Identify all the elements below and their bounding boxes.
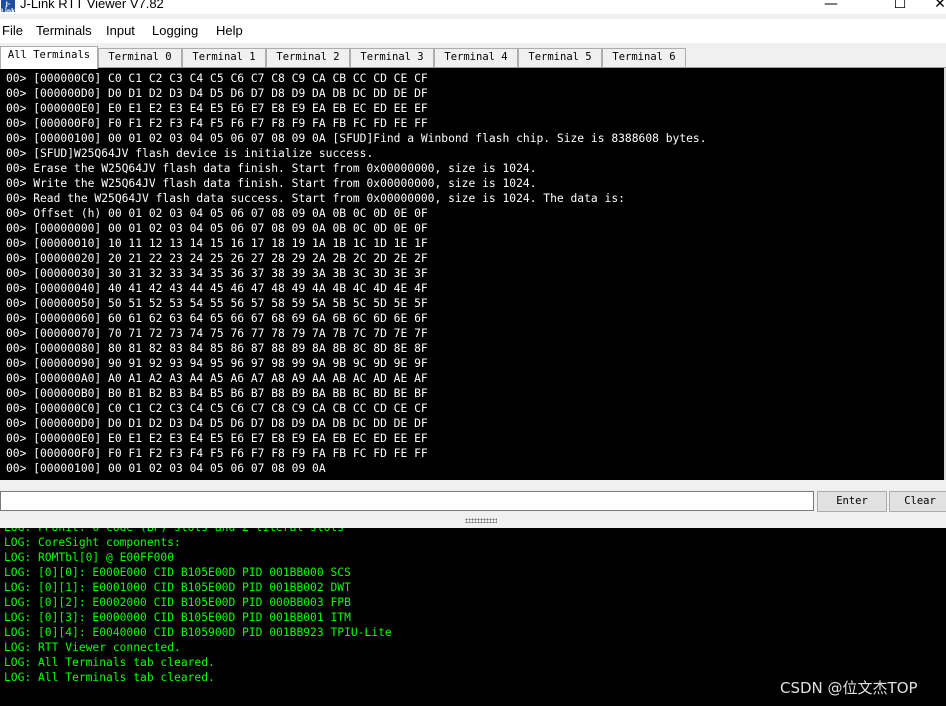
tab-terminal-3[interactable]: Terminal 3 [350,48,434,67]
log-line: LOG: [0][0]: E000E000 CID B105E00D PID 0… [4,566,351,579]
terminal-line: 00> [00000010] 10 11 12 13 14 15 16 17 1… [6,237,428,250]
terminal-line: 00> Read the W25Q64JV flash data success… [6,192,625,205]
tab-terminal-6[interactable]: Terminal 6 [602,48,686,67]
terminal-line: 00> [000000B0] B0 B1 B2 B3 B4 B5 B6 B7 B… [6,387,428,400]
terminal-line: 00> [00000030] 30 31 32 33 34 35 36 37 3… [6,267,428,280]
csdn-watermark: CSDN @位文杰TOP [780,679,918,697]
terminal-tab-bar: All Terminals Terminal 0 Terminal 1 Term… [0,46,946,69]
log-line: LOG: [0][1]: E0001000 CID B105E00D PID 0… [4,581,351,594]
terminal-line: 00> [000000D0] D0 D1 D2 D3 D4 D5 D6 D7 D… [6,87,428,100]
tab-terminal-4[interactable]: Terminal 4 [434,48,518,67]
terminal-line: 00> [00000080] 80 81 82 83 84 85 86 87 8… [6,342,428,355]
splitter-grip-icon[interactable] [465,518,497,523]
log-line: LOG: All Terminals tab cleared. [4,671,215,684]
terminal-line: 00> [00000090] 90 91 92 93 94 95 96 97 9… [6,357,428,370]
tab-terminal-1[interactable]: Terminal 1 [182,48,266,67]
minimize-icon[interactable]: — [808,0,854,14]
input-row: Enter Clear [0,489,946,513]
log-line: LOG: [0][2]: E0002000 CID B105E00D PID 0… [4,596,351,609]
terminal-line: 00> [SFUD]W25Q64JV flash device is initi… [6,147,374,160]
tab-terminal-0[interactable]: Terminal 0 [98,48,182,67]
log-lines: LOG: FPUnit: 6 code (BP) slots and 2 lit… [4,528,392,685]
terminal-line: 00> [000000F0] F0 F1 F2 F3 F4 F5 F6 F7 F… [6,447,428,460]
menu-bar: File Terminals Input Logging Help [0,19,946,43]
terminal-line: 00> [000000C0] C0 C1 C2 C3 C4 C5 C6 C7 C… [6,402,428,415]
title-bar: J-Link J-Link RTT Viewer V7.82 — ☐ ✕ [0,0,946,14]
jlink-app-icon: J-Link [1,0,15,14]
terminal-line: 00> [000000D0] D0 D1 D2 D3 D4 D5 D6 D7 D… [6,417,428,430]
maximize-icon[interactable]: ☐ [877,0,923,14]
enter-button[interactable]: Enter [817,491,887,512]
window-title: J-Link RTT Viewer V7.82 [20,0,164,11]
log-line: LOG: ROMTbl[0] @ E00FF000 [4,551,175,564]
tab-terminal-5[interactable]: Terminal 5 [518,48,602,67]
terminal-line: 00> [000000A0] A0 A1 A2 A3 A4 A5 A6 A7 A… [6,372,428,385]
terminal-line: 00> [000000E0] E0 E1 E2 E3 E4 E5 E6 E7 E… [6,102,428,115]
terminal-line: 00> Write the W25Q64JV flash data finish… [6,177,537,190]
log-line: LOG: All Terminals tab cleared. [4,656,215,669]
tab-all-terminals[interactable]: All Terminals [0,46,98,69]
menu-logging[interactable]: Logging [152,23,198,38]
terminal-line: 00> [00000040] 40 41 42 43 44 45 46 47 4… [6,282,428,295]
terminal-line: 00> Erase the W25Q64JV flash data finish… [6,162,537,175]
terminal-output[interactable]: 00> [000000C0] C0 C1 C2 C3 C4 C5 C6 C7 C… [0,68,944,480]
log-line: LOG: CoreSight components: [4,536,181,549]
menu-help[interactable]: Help [216,23,243,38]
panel-splitter[interactable] [0,514,946,528]
terminal-line: 00> [00000070] 70 71 72 73 74 75 76 77 7… [6,327,428,340]
command-input[interactable] [0,491,814,511]
menu-file[interactable]: File [2,23,23,38]
terminal-line: 00> [000000C0] C0 C1 C2 C3 C4 C5 C6 C7 C… [6,72,428,85]
log-line: LOG: [0][3]: E0000000 CID B105E00D PID 0… [4,611,351,624]
log-line: LOG: FPUnit: 6 code (BP) slots and 2 lit… [4,528,392,535]
terminal-line: 00> [00000100] 00 01 02 03 04 05 06 07 0… [6,132,707,145]
terminal-line: 00> [00000000] 00 01 02 03 04 05 06 07 0… [6,222,428,235]
terminal-line: 00> [000000F0] F0 F1 F2 F3 F4 F5 F6 F7 F… [6,117,428,130]
menu-input[interactable]: Input [106,23,135,38]
close-icon[interactable]: ✕ [930,0,946,14]
tab-terminal-2[interactable]: Terminal 2 [266,48,350,67]
terminal-lines: 00> [000000C0] C0 C1 C2 C3 C4 C5 C6 C7 C… [6,71,707,476]
terminal-line: 00> Offset (h) 00 01 02 03 04 05 06 07 0… [6,207,428,220]
log-line: LOG: [0][4]: E0040000 CID B105900D PID 0… [4,626,392,639]
terminal-line: 00> [00000050] 50 51 52 53 54 55 56 57 5… [6,297,428,310]
terminal-line: 00> [000000E0] E0 E1 E2 E3 E4 E5 E6 E7 E… [6,432,428,445]
terminal-line: 00> [00000060] 60 61 62 63 64 65 66 67 6… [6,312,428,325]
terminal-line: 00> [00000020] 20 21 22 23 24 25 26 27 2… [6,252,428,265]
clear-button[interactable]: Clear [889,491,946,512]
terminal-line: 00> [00000100] 00 01 02 03 04 05 06 07 0… [6,462,326,475]
log-line: LOG: RTT Viewer connected. [4,641,181,654]
menu-terminals[interactable]: Terminals [36,23,92,38]
